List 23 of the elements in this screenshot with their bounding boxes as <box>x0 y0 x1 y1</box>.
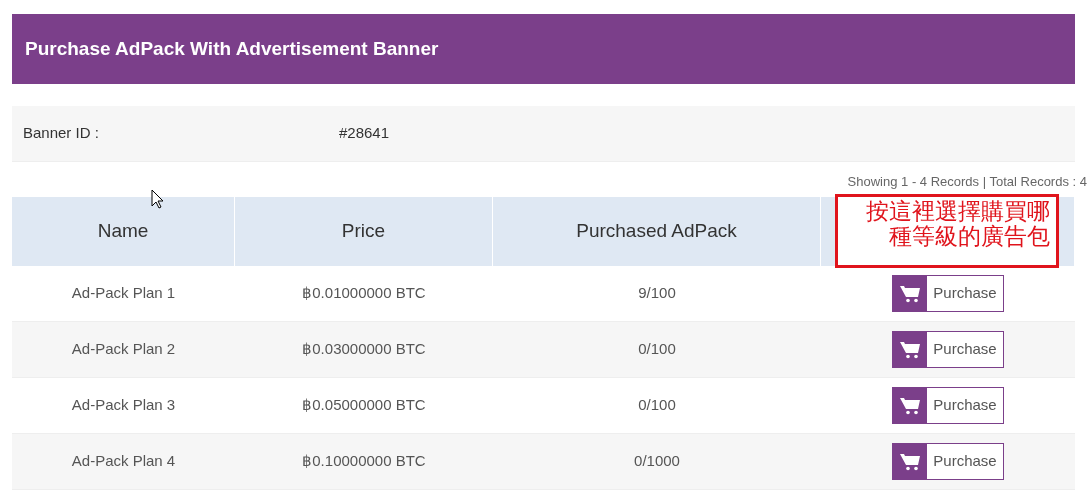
page-title: Purchase AdPack With Advertisement Banner <box>12 14 1075 84</box>
purchase-button[interactable]: Purchase <box>892 331 1004 368</box>
cart-icon <box>900 340 921 359</box>
annotation-note: 按這裡選擇購買哪 種等級的廣告包 <box>835 194 1059 268</box>
table-cell: ฿0.10000000 BTC <box>235 434 493 490</box>
cart-icon <box>900 284 921 303</box>
records-info: Showing 1 - 4 Records | Total Records : 4 <box>847 172 1087 191</box>
table-cell: ฿0.03000000 BTC <box>235 322 493 378</box>
column-header: Purchased AdPack <box>493 197 821 266</box>
table-cell: Ad-Pack Plan 2 <box>12 322 235 378</box>
table-cell: 0/100 <box>493 322 821 378</box>
cart-icon <box>900 396 921 415</box>
cart-icon <box>900 452 921 471</box>
banner-id: #28641 <box>339 123 390 144</box>
banner-label: Banner ID : <box>23 124 99 142</box>
purchase-button[interactable]: Purchase <box>892 387 1004 424</box>
column-header: Name <box>12 197 235 266</box>
purchase-button[interactable]: Purchase <box>892 275 1004 312</box>
cursor-icon <box>151 188 164 209</box>
purchase-button[interactable]: Purchase <box>892 443 1004 480</box>
column-header: Price <box>235 197 493 266</box>
table-cell: 0/1000 <box>493 434 821 490</box>
table-cell: Ad-Pack Plan 4 <box>12 434 235 490</box>
